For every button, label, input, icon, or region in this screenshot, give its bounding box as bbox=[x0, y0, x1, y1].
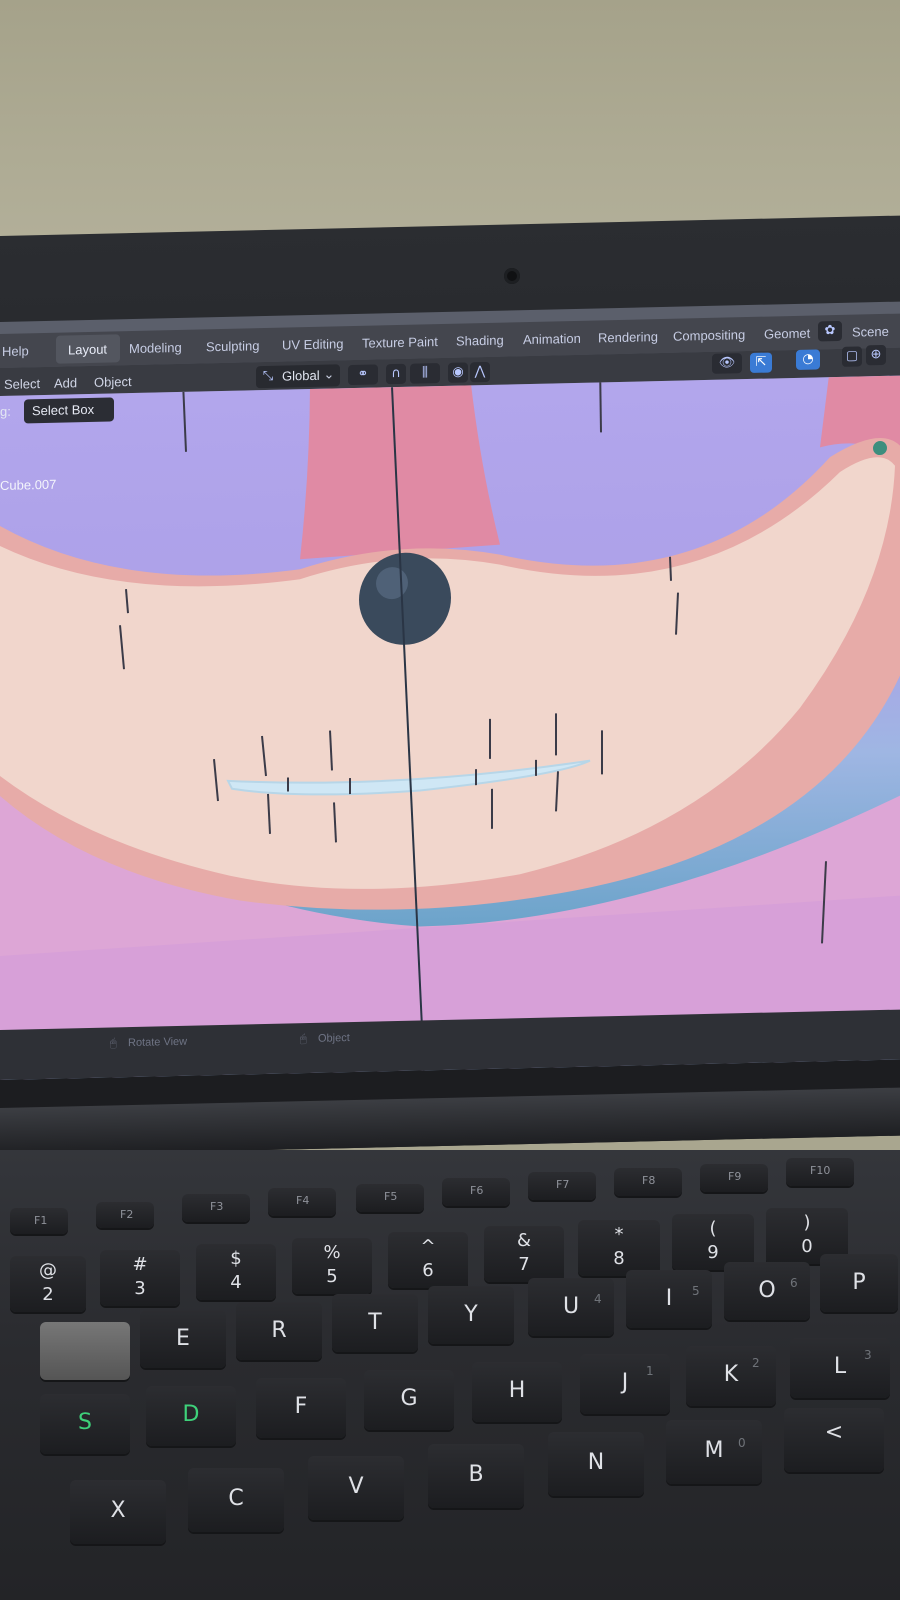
laptop-keyboard: F1 F2 F3 F4 F5 F6 F7 F8 F9 F10 @ 2 # 3 $… bbox=[0, 1150, 900, 1600]
pivot-point-icon[interactable]: ⚭ bbox=[348, 364, 378, 386]
key-p[interactable]: P bbox=[820, 1254, 898, 1312]
transform-orientation-label: Global bbox=[282, 367, 320, 384]
key-f8[interactable]: F8 bbox=[614, 1168, 682, 1196]
snap-target-icon[interactable]: ⫼ bbox=[410, 363, 440, 384]
key-h[interactable]: H bbox=[472, 1362, 562, 1422]
laptop-screen: Help Layout Modeling Sculpting UV Editin… bbox=[0, 301, 900, 1080]
key-x[interactable]: X bbox=[70, 1480, 166, 1544]
transform-axes-icon: ⤡ bbox=[262, 368, 274, 385]
tab-sculpting[interactable]: Sculpting bbox=[206, 338, 259, 354]
status-mouse-icon: 🖱 bbox=[110, 1037, 117, 1050]
key-2[interactable]: @ 2 bbox=[10, 1256, 86, 1312]
key-d[interactable]: D bbox=[146, 1386, 236, 1446]
status-object-icon: 🖱 bbox=[300, 1033, 307, 1046]
xray-icon[interactable]: ▢ bbox=[842, 346, 862, 367]
drag-label: g: bbox=[0, 403, 11, 419]
visibility-icon[interactable]: 👁 bbox=[712, 353, 742, 374]
key-k[interactable]: K 2 bbox=[686, 1346, 776, 1406]
key-4[interactable]: $ 4 bbox=[196, 1244, 276, 1300]
menu-object[interactable]: Object bbox=[94, 374, 132, 390]
key-j[interactable]: J 1 bbox=[580, 1354, 670, 1414]
falloff-curve-icon[interactable]: ⋀ bbox=[470, 361, 490, 383]
key-u[interactable]: U 4 bbox=[528, 1278, 614, 1336]
key-o[interactable]: O 6 bbox=[724, 1262, 810, 1320]
key-g[interactable]: G bbox=[364, 1370, 454, 1430]
upper-pink-mesh bbox=[300, 375, 500, 560]
key-5[interactable]: % 5 bbox=[292, 1238, 372, 1294]
snap-magnet-icon[interactable]: ∩ bbox=[386, 363, 406, 385]
scene-selector-icon[interactable]: ✿ bbox=[818, 320, 842, 342]
menu-help[interactable]: Help bbox=[2, 343, 29, 359]
key-m[interactable]: M 0 bbox=[666, 1420, 762, 1484]
gizmo-icon[interactable]: ⇱ bbox=[750, 352, 772, 373]
key-f3[interactable]: F3 bbox=[182, 1194, 250, 1222]
tab-uv-editing[interactable]: UV Editing bbox=[282, 336, 343, 352]
key-f5[interactable]: F5 bbox=[356, 1184, 424, 1212]
tab-shading[interactable]: Shading bbox=[456, 333, 504, 349]
tab-layout[interactable]: Layout bbox=[68, 342, 107, 358]
key-y[interactable]: Y bbox=[428, 1286, 514, 1344]
key-f6[interactable]: F6 bbox=[442, 1178, 510, 1206]
key-f1[interactable]: F1 bbox=[10, 1208, 68, 1234]
menu-add[interactable]: Add bbox=[54, 375, 77, 391]
active-object-name: Cube.007 bbox=[0, 476, 57, 493]
key-b[interactable]: B bbox=[428, 1444, 524, 1508]
viewport-scene bbox=[0, 375, 900, 1080]
key-c[interactable]: C bbox=[188, 1468, 284, 1532]
key-f10[interactable]: F10 bbox=[786, 1158, 854, 1186]
key-s[interactable]: S bbox=[40, 1394, 130, 1454]
key-3[interactable]: # 3 bbox=[100, 1250, 180, 1306]
key-8[interactable]: * 8 bbox=[578, 1220, 660, 1276]
webcam-icon bbox=[504, 268, 520, 284]
key-l[interactable]: L 3 bbox=[790, 1338, 890, 1398]
key-f4[interactable]: F4 bbox=[268, 1188, 336, 1216]
3d-viewport[interactable] bbox=[0, 375, 900, 1080]
key-comma[interactable]: < bbox=[784, 1408, 884, 1472]
tab-compositing[interactable]: Compositing bbox=[673, 327, 745, 344]
scene-name[interactable]: Scene bbox=[852, 324, 889, 340]
select-box-label: Select Box bbox=[32, 401, 95, 419]
key-7[interactable]: & 7 bbox=[484, 1226, 564, 1282]
tab-texture-paint[interactable]: Texture Paint bbox=[362, 334, 438, 351]
key-w-missing bbox=[40, 1322, 130, 1380]
menu-select[interactable]: Select bbox=[4, 376, 40, 392]
key-f7[interactable]: F7 bbox=[528, 1172, 596, 1200]
key-n[interactable]: N bbox=[548, 1432, 644, 1496]
key-6[interactable]: ^ 6 bbox=[388, 1232, 468, 1288]
status-object: Object bbox=[318, 1032, 350, 1045]
key-r[interactable]: R bbox=[236, 1302, 322, 1360]
proportional-editing-icon[interactable]: ◉ bbox=[448, 362, 468, 383]
tab-animation[interactable]: Animation bbox=[523, 331, 581, 347]
chevron-down-icon: ⌄ bbox=[323, 367, 335, 383]
wireframe-shading-icon[interactable]: ⊕ bbox=[866, 344, 886, 366]
key-v[interactable]: V bbox=[308, 1456, 404, 1520]
key-e[interactable]: E bbox=[140, 1310, 226, 1368]
key-f9[interactable]: F9 bbox=[700, 1164, 768, 1192]
status-rotate-view: Rotate View bbox=[128, 1035, 188, 1050]
overlay-icon[interactable]: ◔ bbox=[796, 349, 820, 370]
key-t[interactable]: T bbox=[332, 1294, 418, 1352]
key-i[interactable]: I 5 bbox=[626, 1270, 712, 1328]
tab-geometry[interactable]: Geomet bbox=[764, 326, 810, 342]
key-f2[interactable]: F2 bbox=[96, 1202, 154, 1228]
tab-modeling[interactable]: Modeling bbox=[129, 340, 182, 356]
key-f[interactable]: F bbox=[256, 1378, 346, 1438]
tab-rendering[interactable]: Rendering bbox=[598, 329, 658, 345]
